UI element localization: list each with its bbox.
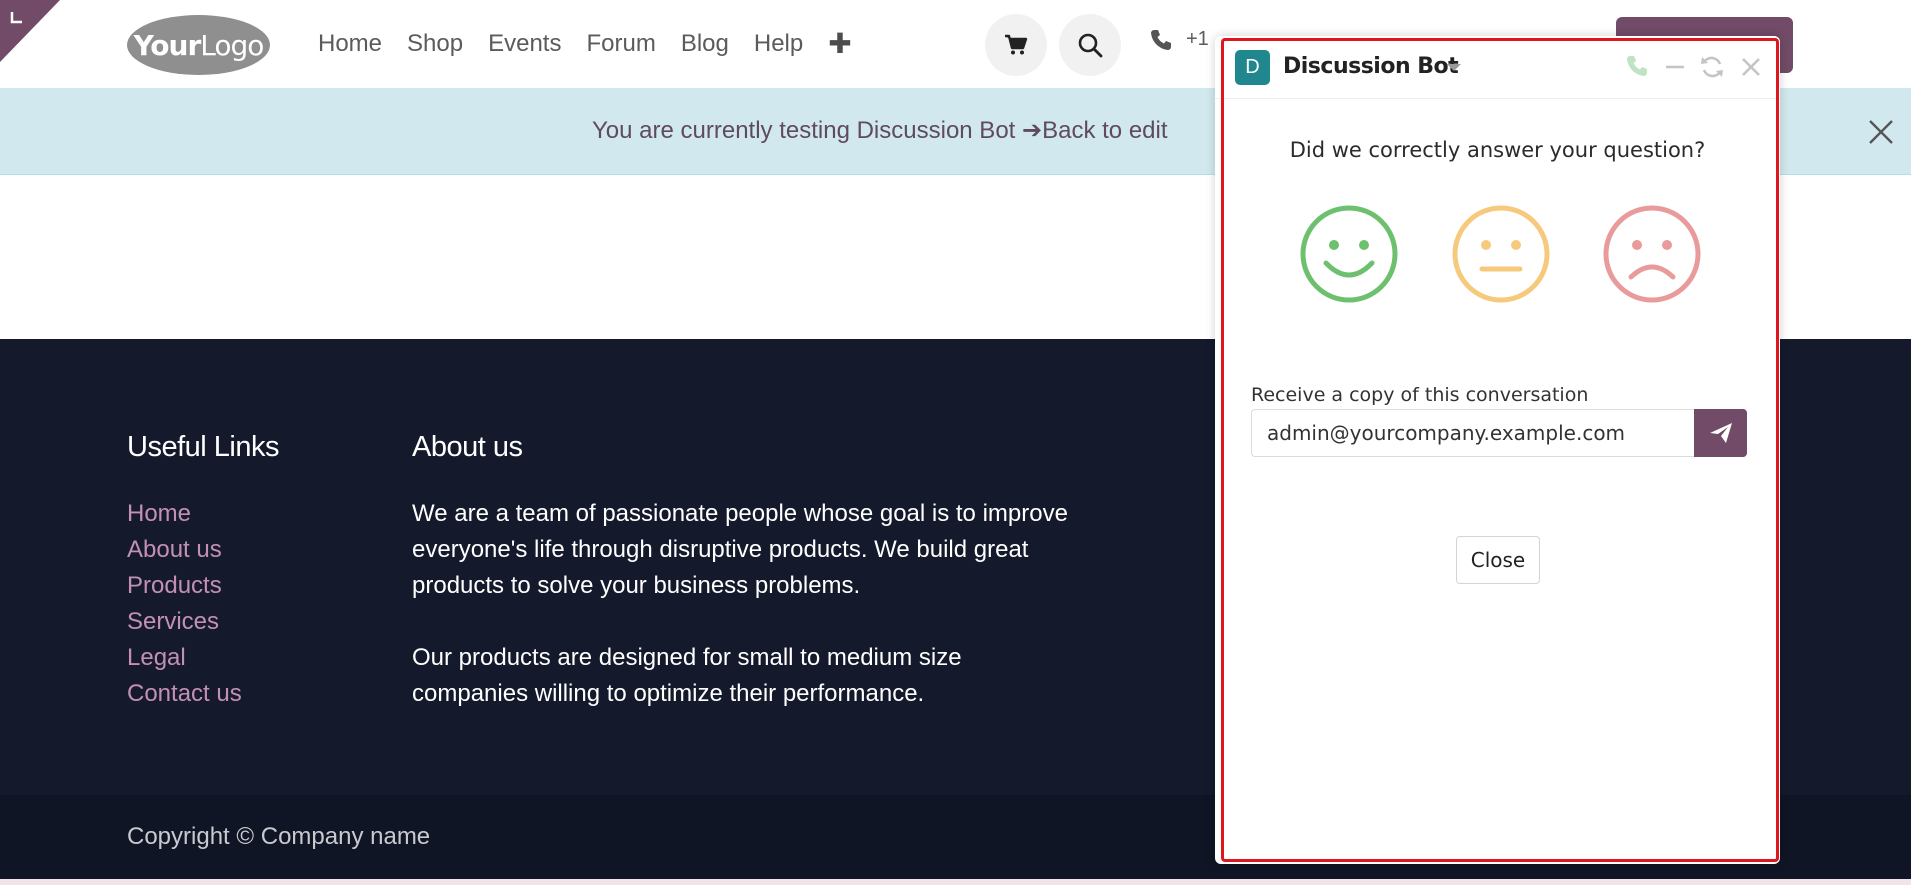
add-menu-icon[interactable]: ✚ (828, 24, 851, 64)
main-nav: Home Shop Events Forum Blog Help ✚ (318, 24, 852, 64)
logo-text: Logo (200, 28, 264, 62)
transcript-label: Receive a copy of this conversation (1251, 384, 1589, 406)
bottom-strip (0, 879, 1911, 885)
nav-events[interactable]: Events (488, 24, 561, 64)
nav-help[interactable]: Help (754, 24, 803, 64)
rating-good-button[interactable] (1298, 203, 1400, 305)
chat-title[interactable]: Discussion Bot (1283, 36, 1459, 98)
close-button[interactable]: Close (1456, 536, 1540, 584)
bot-avatar: D (1235, 50, 1270, 85)
search-icon (1078, 33, 1103, 58)
cart-icon (1005, 34, 1028, 55)
phone-icon (1151, 29, 1171, 50)
footer-link-about-us[interactable]: About us (127, 532, 242, 568)
useful-links-heading: Useful Links (127, 431, 279, 463)
footer-link-contact-us[interactable]: Contact us (127, 676, 242, 712)
banner-text[interactable]: You are currently testing Discussion Bot… (592, 88, 1168, 174)
site-logo[interactable]: Your Logo (127, 15, 270, 75)
phone-icon[interactable] (1624, 53, 1652, 81)
useful-links-list: Home About us Products Services Legal Co… (127, 496, 242, 712)
chat-window: D Discussion Bot Did we correctly answer… (1215, 36, 1780, 864)
transcript-email-input[interactable] (1251, 409, 1694, 457)
sad-face-icon (1603, 205, 1701, 303)
footer-link-services[interactable]: Services (127, 604, 242, 640)
happy-face-icon (1300, 205, 1398, 303)
editor-corner-toggle[interactable] (0, 0, 60, 62)
cart-button[interactable] (985, 14, 1047, 76)
rating-question: Did we correctly answer your question? (1289, 138, 1706, 162)
copyright-text: Copyright © Company name (127, 823, 431, 850)
footer-link-home[interactable]: Home (127, 496, 242, 532)
nav-forum[interactable]: Forum (586, 24, 655, 64)
chevron-down-icon[interactable] (1447, 64, 1461, 71)
neutral-face-icon (1452, 205, 1550, 303)
rating-bad-button[interactable] (1601, 203, 1703, 305)
rating-okay-button[interactable] (1450, 203, 1552, 305)
nav-home[interactable]: Home (318, 24, 382, 64)
nav-blog[interactable]: Blog (681, 24, 729, 64)
about-us-heading: About us (412, 431, 523, 463)
about-us-paragraph: We are a team of passionate people whose… (412, 500, 1068, 599)
phone-link[interactable]: +1 (1150, 28, 1209, 51)
footer-link-legal[interactable]: Legal (127, 640, 242, 676)
about-us-paragraph-2: Our products are designed for small to m… (412, 644, 962, 707)
close-icon[interactable] (1737, 53, 1765, 81)
send-transcript-button[interactable] (1694, 409, 1747, 457)
refresh-icon[interactable] (1698, 53, 1726, 81)
paper-plane-icon (1709, 423, 1732, 443)
logo-text-bold: Your (133, 28, 202, 62)
phone-number: +1 (1186, 28, 1209, 50)
minimize-icon[interactable] (1661, 53, 1689, 81)
search-button[interactable] (1059, 14, 1121, 76)
footer-link-products[interactable]: Products (127, 568, 242, 604)
close-icon[interactable] (1867, 118, 1895, 146)
chat-header: D Discussion Bot (1215, 36, 1780, 99)
nav-shop[interactable]: Shop (407, 24, 463, 64)
